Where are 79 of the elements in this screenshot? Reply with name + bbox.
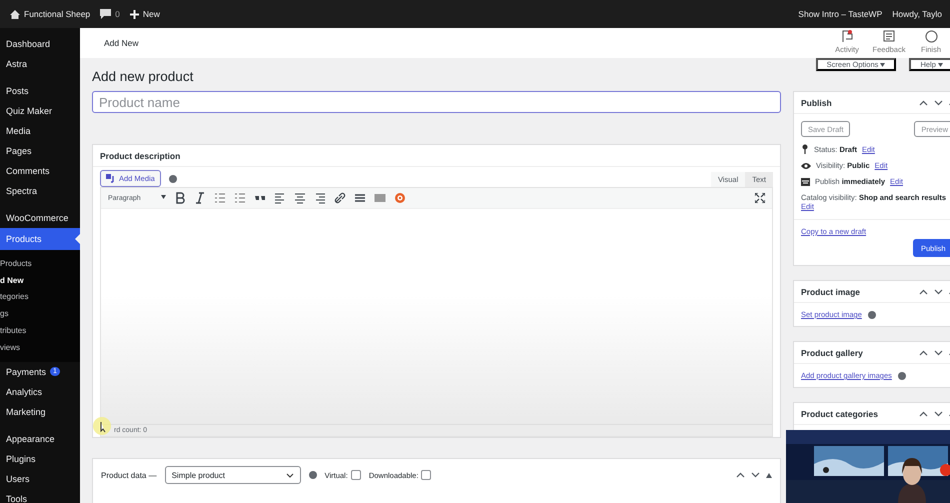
new-link[interactable]: New xyxy=(142,9,160,19)
chevron-down-icon[interactable] xyxy=(751,472,760,478)
checkbox[interactable] xyxy=(350,470,361,480)
panel-title: Product description xyxy=(100,150,182,160)
page-header-title: Add New xyxy=(104,38,140,48)
admin-bar-link[interactable]: Show Intro – TasteWP xyxy=(798,9,882,19)
eye-icon xyxy=(801,162,811,170)
sidebar-item[interactable]: Products xyxy=(0,228,80,250)
triangle-up-icon[interactable] xyxy=(766,472,772,478)
sidebar-item[interactable]: Pages xyxy=(0,141,80,161)
bold-icon[interactable] xyxy=(174,192,186,204)
align-right-icon[interactable] xyxy=(314,192,326,204)
link-icon[interactable] xyxy=(334,192,346,204)
home-icon[interactable] xyxy=(10,10,20,18)
checkbox[interactable] xyxy=(421,470,432,480)
chevron-down-icon xyxy=(286,472,294,478)
admin-bar-link[interactable]: Howdy, Taylo xyxy=(892,9,942,19)
align-left-icon[interactable] xyxy=(274,192,286,204)
site-name-link[interactable]: Functional Sheep xyxy=(24,9,90,19)
panel-title: Product categories xyxy=(801,408,879,418)
fullscreen-icon[interactable] xyxy=(755,193,765,203)
help-icon[interactable] xyxy=(898,372,906,380)
numbered-list-icon[interactable] xyxy=(234,192,246,204)
submenu-item[interactable]: views xyxy=(0,338,80,356)
panel-title: Publish xyxy=(801,98,833,108)
chevron-up-icon[interactable] xyxy=(919,288,928,294)
submenu-item[interactable]: Products xyxy=(0,255,80,272)
sidebar-item[interactable]: Appearance xyxy=(0,428,80,449)
sidebar-item[interactable]: Astra xyxy=(0,54,80,74)
pin-icon xyxy=(801,144,809,154)
sidebar-item[interactable]: WooCommerce xyxy=(0,208,80,228)
sidebar-item[interactable]: Media xyxy=(0,121,80,141)
comment-icon[interactable] xyxy=(100,9,112,19)
submenu-item[interactable]: tributes xyxy=(0,322,80,339)
plus-icon[interactable] xyxy=(130,10,139,18)
calendar-icon xyxy=(801,177,810,186)
help-icon[interactable] xyxy=(868,310,876,318)
sidebar-item[interactable]: Marketing xyxy=(0,402,80,422)
product-data-label: Product data — xyxy=(101,470,157,480)
sidebar-item[interactable]: Users xyxy=(0,468,80,489)
product-name-field[interactable]: Product name xyxy=(92,91,781,113)
sidebar-item[interactable]: Comments xyxy=(0,161,80,181)
caret-icon xyxy=(880,62,886,66)
panel-title: Product gallery xyxy=(801,348,864,358)
feedback-icon[interactable] xyxy=(883,30,895,43)
comment-count: 0 xyxy=(115,9,120,19)
page-title: Add new product xyxy=(92,69,194,84)
help-icon[interactable] xyxy=(168,174,177,182)
help-icon[interactable] xyxy=(308,471,317,479)
chevron-up-icon[interactable] xyxy=(919,100,928,106)
chevron-up-icon[interactable] xyxy=(919,410,928,416)
product-type-select[interactable]: Simple product xyxy=(164,466,301,484)
chevron-down-icon[interactable] xyxy=(934,100,943,106)
circle-icon[interactable] xyxy=(394,192,406,204)
circle-icon[interactable] xyxy=(924,30,938,43)
caret-icon xyxy=(938,62,943,66)
submenu-item[interactable]: d New xyxy=(0,272,80,289)
sidebar-item[interactable]: Dashboard xyxy=(0,34,80,54)
italic-icon[interactable] xyxy=(194,192,206,204)
chevron-down-icon[interactable] xyxy=(934,288,943,294)
flag-icon[interactable] xyxy=(841,30,853,43)
sidebar-item[interactable]: Posts xyxy=(0,81,80,101)
sidebar-item[interactable]: Tools xyxy=(0,488,80,503)
bullet-list-icon[interactable] xyxy=(214,192,226,204)
media-icon xyxy=(106,174,116,183)
align-center-icon[interactable] xyxy=(294,192,306,204)
chevron-down-icon[interactable] xyxy=(934,350,943,356)
sidebar-item[interactable]: Spectra xyxy=(0,181,80,201)
chevron-down-icon[interactable] xyxy=(934,410,943,416)
chevron-up-icon[interactable] xyxy=(736,472,745,478)
horizontal-rule-icon[interactable] xyxy=(354,192,366,204)
chevron-up-icon[interactable] xyxy=(919,350,928,356)
caret-icon xyxy=(161,194,166,198)
sidebar-item[interactable]: Analytics xyxy=(0,382,80,402)
sidebar-item[interactable]: Quiz Maker xyxy=(0,101,80,121)
submenu-item[interactable]: gs xyxy=(0,305,80,322)
panel-title: Product image xyxy=(801,286,862,296)
submenu-item[interactable]: tegories xyxy=(0,288,80,306)
sidebar-item[interactable]: Plugins xyxy=(0,448,80,469)
